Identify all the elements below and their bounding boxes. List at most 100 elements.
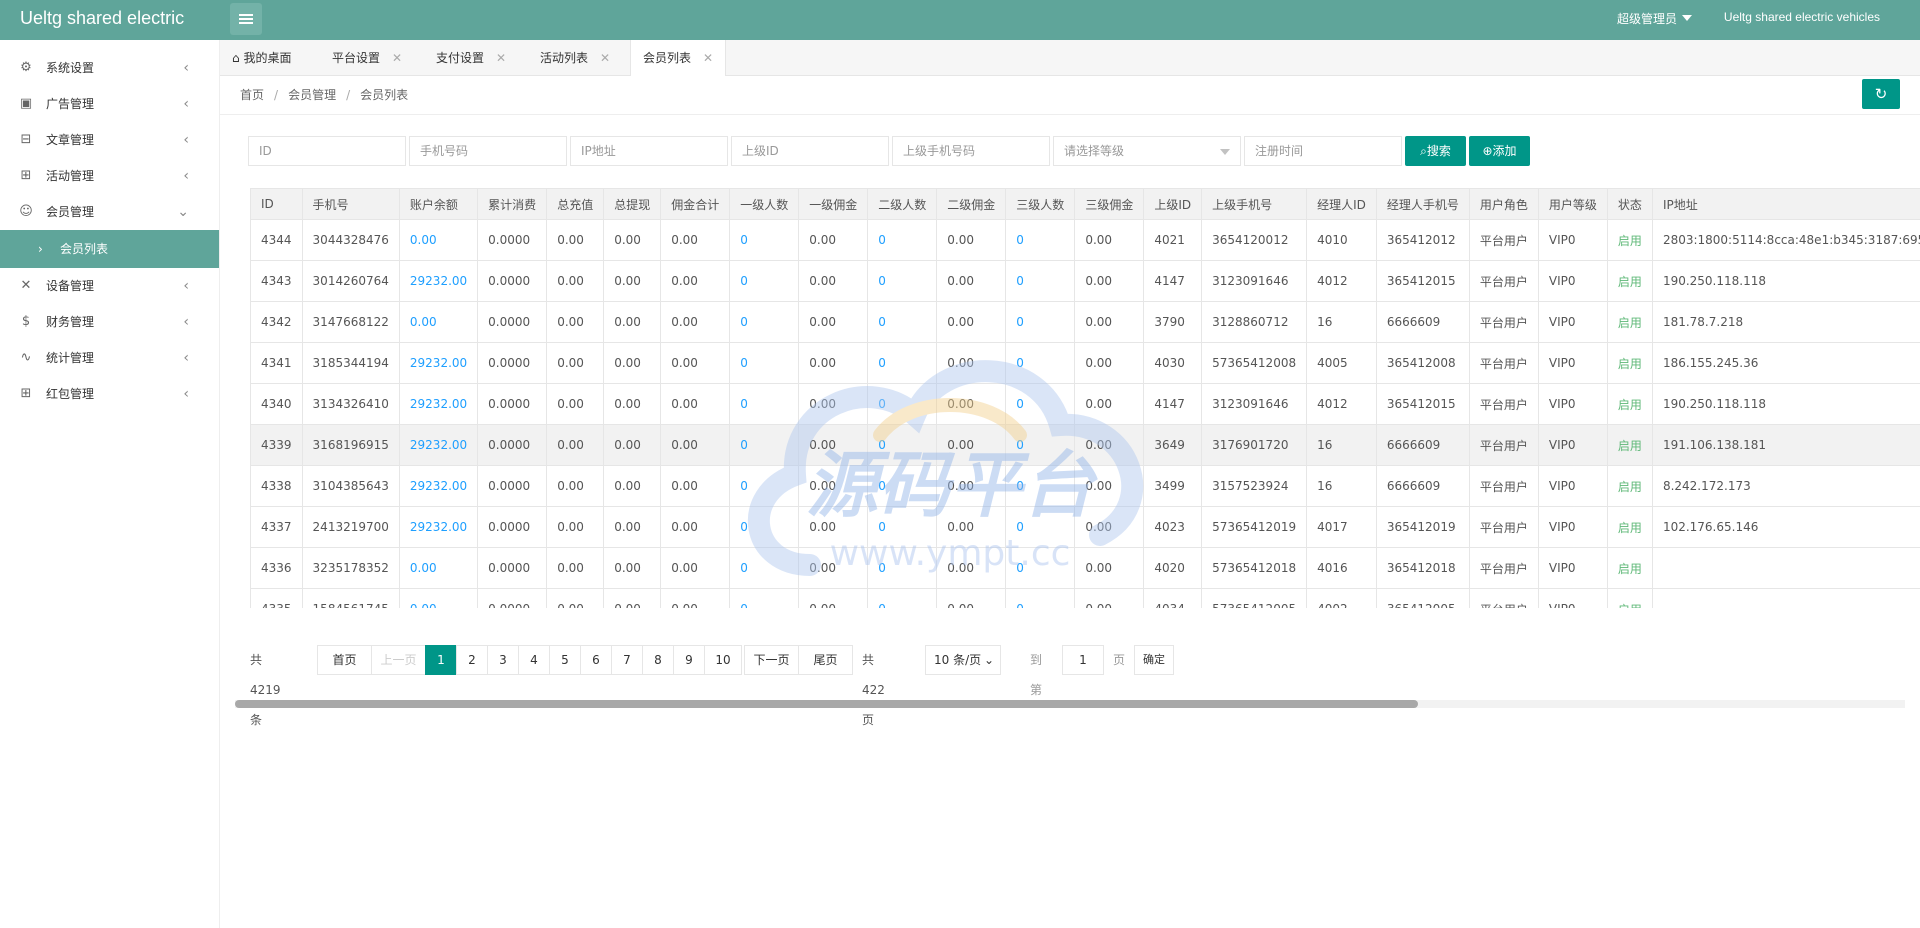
- table-row[interactable]: 4341 3185344194 29232.00 0.0000 0.00 0.00 0.00…: [250, 342, 1920, 384]
- page-button[interactable]: 1: [425, 645, 457, 675]
- table-cell[interactable]: 0: [1005, 342, 1076, 384]
- table-row[interactable]: 4343 3014260764 29232.00 0.0000 0.00 0.00 0.00…: [250, 260, 1920, 302]
- page-button[interactable]: 4: [518, 645, 550, 675]
- next-page-button[interactable]: 下一页: [744, 645, 799, 675]
- table-cell[interactable]: 0: [867, 383, 938, 425]
- tab-platform-settings[interactable]: 平台设置 ✕: [320, 40, 414, 76]
- goto-confirm-button[interactable]: 确定: [1134, 645, 1174, 675]
- table-cell[interactable]: 0.00: [398, 547, 479, 589]
- breadcrumb-members[interactable]: 会员管理: [288, 88, 336, 102]
- sidebar-item-redpacket[interactable]: ⊞ 红包管理 ‹: [0, 376, 219, 412]
- close-icon[interactable]: ✕: [600, 51, 610, 65]
- scrollbar-thumb[interactable]: [235, 700, 1418, 708]
- table-cell[interactable]: 0: [867, 588, 938, 608]
- sidebar-item-activities[interactable]: ⊞ 活动管理 ‹: [0, 158, 219, 194]
- sidebar-item-stats[interactable]: ∿ 统计管理 ‹: [0, 340, 219, 376]
- table-cell[interactable]: 0: [1005, 424, 1076, 466]
- menu-toggle-button[interactable]: [230, 3, 262, 35]
- table-cell[interactable]: 0: [867, 506, 938, 548]
- table-cell[interactable]: 0: [1005, 588, 1076, 608]
- sidebar-subitem-member-list[interactable]: › 会员列表: [0, 230, 219, 268]
- table-row[interactable]: 4339 3168196915 29232.00 0.0000 0.00 0.00 0.00…: [250, 424, 1920, 466]
- page-button[interactable]: 7: [611, 645, 643, 675]
- breadcrumb-home[interactable]: 首页: [240, 88, 264, 102]
- table-cell[interactable]: 0: [1005, 260, 1076, 302]
- table-cell[interactable]: 29232.00: [398, 342, 479, 384]
- table-cell[interactable]: 0: [867, 424, 938, 466]
- parent-phone-input[interactable]: 上级手机号码: [892, 136, 1050, 166]
- admin-menu[interactable]: 超级管理员: [1617, 10, 1692, 27]
- table-cell[interactable]: 0: [729, 465, 800, 507]
- page-button[interactable]: 6: [580, 645, 612, 675]
- tab-activity-list[interactable]: 活动列表 ✕: [528, 40, 622, 76]
- add-button[interactable]: ⊕添加: [1469, 136, 1530, 166]
- page-button[interactable]: 10: [704, 645, 742, 675]
- table-cell[interactable]: 0: [1005, 506, 1076, 548]
- sidebar-item-devices[interactable]: ✕ 设备管理 ‹: [0, 268, 219, 304]
- table-cell[interactable]: 0: [729, 547, 800, 589]
- goto-input[interactable]: 1: [1062, 645, 1104, 675]
- table-cell[interactable]: 0: [867, 260, 938, 302]
- tab-payment-settings[interactable]: 支付设置 ✕: [424, 40, 518, 76]
- phone-input[interactable]: 手机号码: [409, 136, 567, 166]
- table-cell[interactable]: 0: [867, 342, 938, 384]
- table-cell[interactable]: 0: [867, 301, 938, 343]
- table-cell[interactable]: 0: [729, 219, 800, 261]
- table-cell[interactable]: 0: [729, 588, 800, 608]
- table-cell[interactable]: 29232.00: [398, 424, 479, 466]
- table-cell[interactable]: 29232.00: [398, 383, 479, 425]
- sidebar-item-ads[interactable]: ▣ 广告管理 ‹: [0, 86, 219, 122]
- parent-id-input[interactable]: 上级ID: [731, 136, 889, 166]
- table-cell[interactable]: 0: [1005, 547, 1076, 589]
- tab-member-list[interactable]: 会员列表 ✕: [630, 40, 727, 77]
- tab-desktop[interactable]: ⌂ 我的桌面: [220, 40, 303, 76]
- table-cell[interactable]: 0: [729, 506, 800, 548]
- table-row[interactable]: 4342 3147668122 0.00 0.0000 0.00 0.00 0.00 0 0.0…: [250, 301, 1920, 343]
- table-cell[interactable]: 0: [867, 547, 938, 589]
- table-cell[interactable]: 0: [729, 383, 800, 425]
- last-page-button[interactable]: 尾页: [798, 645, 853, 675]
- sidebar-item-articles[interactable]: ⊟ 文章管理 ‹: [0, 122, 219, 158]
- table-cell[interactable]: 0: [867, 219, 938, 261]
- page-button[interactable]: 8: [642, 645, 674, 675]
- table-cell[interactable]: 0.00: [398, 588, 479, 608]
- page-button[interactable]: 9: [673, 645, 705, 675]
- table-row[interactable]: 4337 2413219700 29232.00 0.0000 0.00 0.00 0.00…: [250, 506, 1920, 548]
- per-page-select[interactable]: 10 条/页 ⌄: [925, 645, 1001, 675]
- horizontal-scrollbar[interactable]: [235, 700, 1905, 708]
- table-row[interactable]: 4336 3235178352 0.00 0.0000 0.00 0.00 0.00 0 0.0…: [250, 547, 1920, 589]
- table-cell[interactable]: 0: [729, 260, 800, 302]
- refresh-button[interactable]: ↻: [1862, 79, 1900, 109]
- page-button[interactable]: 3: [487, 645, 519, 675]
- first-page-button[interactable]: 首页: [317, 645, 372, 675]
- table-row[interactable]: 4344 3044328476 0.00 0.0000 0.00 0.00 0.00 0 0.0…: [250, 219, 1920, 261]
- sidebar-item-members[interactable]: ☺ 会员管理 ⌄: [0, 194, 219, 230]
- prev-page-button[interactable]: 上一页: [371, 645, 426, 675]
- table-cell[interactable]: 0: [729, 424, 800, 466]
- table-cell[interactable]: 0.00: [398, 219, 479, 261]
- id-input[interactable]: ID: [248, 136, 406, 166]
- close-icon[interactable]: ✕: [496, 51, 506, 65]
- close-icon[interactable]: ✕: [392, 51, 402, 65]
- sidebar-item-system[interactable]: ⚙ 系统设置 ‹: [0, 50, 219, 86]
- table-cell[interactable]: 0: [729, 342, 800, 384]
- sidebar-item-finance[interactable]: $ 财务管理 ‹: [0, 304, 219, 340]
- level-select[interactable]: 请选择等级: [1053, 136, 1241, 166]
- table-cell[interactable]: 29232.00: [398, 260, 479, 302]
- table-cell[interactable]: 0: [1005, 301, 1076, 343]
- table-cell[interactable]: 29232.00: [398, 506, 479, 548]
- table-cell[interactable]: 0: [729, 301, 800, 343]
- table-cell[interactable]: 0: [1005, 465, 1076, 507]
- table-cell[interactable]: 0.00: [398, 301, 479, 343]
- table-row[interactable]: 4340 3134326410 29232.00 0.0000 0.00 0.00 0.00…: [250, 383, 1920, 425]
- ip-input[interactable]: IP地址: [570, 136, 728, 166]
- site-name[interactable]: Ueltg shared electric vehicles: [1724, 10, 1880, 24]
- table-cell[interactable]: 29232.00: [398, 465, 479, 507]
- page-button[interactable]: 2: [456, 645, 488, 675]
- table-cell[interactable]: 0: [867, 465, 938, 507]
- reg-time-input[interactable]: 注册时间: [1244, 136, 1402, 166]
- table-cell[interactable]: 0: [1005, 219, 1076, 261]
- table-row[interactable]: 433515845617450.000.00000.000.000.0000.0…: [250, 588, 1920, 608]
- close-icon[interactable]: ✕: [703, 51, 713, 65]
- search-button[interactable]: ⌕搜索: [1405, 136, 1466, 166]
